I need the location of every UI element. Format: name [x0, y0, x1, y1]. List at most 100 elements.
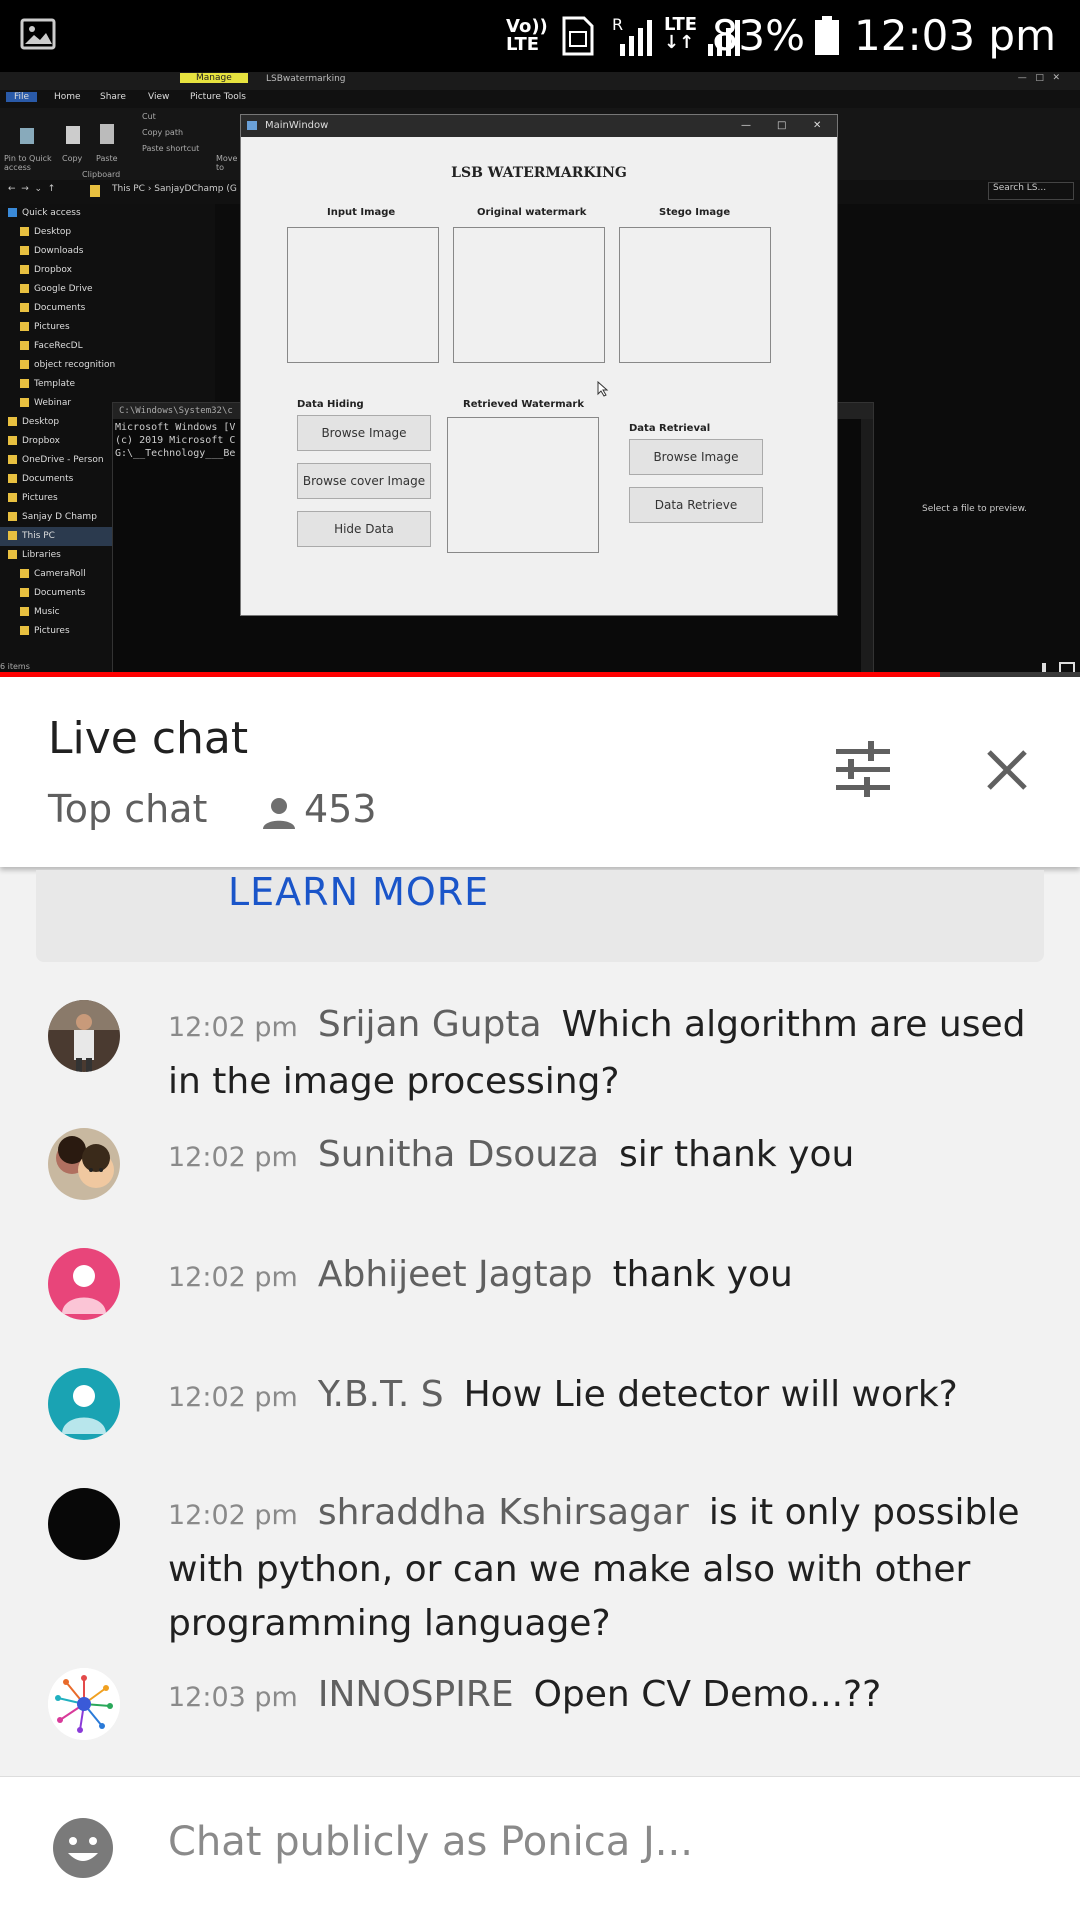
nav-arrows-icon: ← → ⌄ ↑	[8, 184, 56, 194]
emoji-icon[interactable]	[52, 1817, 114, 1879]
close-window-icon: ✕	[813, 120, 822, 131]
default-avatar-icon[interactable]	[48, 1368, 120, 1440]
explorer-preview-pane: Select a file to preview.	[870, 204, 1080, 674]
svg-text:R: R	[612, 15, 623, 34]
sidebar-item: Documents	[0, 299, 215, 318]
chat-message: 12:03 pm INNOSPIRE Open CV Demo...??	[48, 1668, 1048, 1748]
folder-icon	[8, 474, 17, 483]
sidebar-item-label: Webinar	[34, 398, 72, 408]
cmd-scrollbar	[861, 419, 873, 675]
sidebar-item-label: Sanjay D Champ	[22, 512, 97, 522]
label-retrieved-watermark: Retrieved Watermark	[463, 399, 585, 410]
sidebar-item: Google Drive	[0, 280, 215, 299]
folder-icon	[20, 284, 29, 293]
sidebar-item: Downloads	[0, 242, 215, 261]
message-author[interactable]: Srijan Gupta	[318, 1004, 542, 1045]
learn-more-link[interactable]: LEARN MORE	[228, 870, 489, 914]
preview-text: Select a file to preview.	[922, 504, 1027, 514]
viewer-count: 453	[304, 787, 377, 831]
tool-paste-shortcut: Paste shortcut	[142, 144, 200, 153]
browse-image-button[interactable]: Browse Image	[297, 415, 431, 451]
message-text: Open CV Demo...??	[533, 1674, 882, 1715]
folder-icon	[8, 493, 17, 502]
avatar[interactable]	[48, 1000, 120, 1072]
browse-cover-image-button[interactable]: Browse cover Image	[297, 463, 431, 499]
message-author[interactable]: Sunitha Dsouza	[318, 1134, 599, 1175]
mouse-cursor-icon	[597, 381, 609, 397]
tool-pin: Pin to Quick access	[4, 154, 52, 172]
message-author[interactable]: shraddha Kshirsagar	[318, 1492, 689, 1533]
folder-icon	[20, 246, 29, 255]
sidebar-item-label: Desktop	[34, 227, 72, 237]
folder-icon	[8, 208, 17, 217]
sidebar-item: object recognition	[0, 356, 215, 375]
video-player[interactable]: Manage LSBwatermarking — □ ✕ File Home S…	[0, 72, 1080, 677]
sidebar-item-label: Music	[34, 607, 60, 617]
folder-icon	[20, 588, 29, 597]
folder-icon	[8, 531, 17, 540]
message-time: 12:02 pm	[168, 1142, 298, 1173]
explorer-titlebar: Manage LSBwatermarking — □ ✕	[0, 72, 1080, 90]
sidebar-item-label: Dropbox	[22, 436, 60, 446]
data-retrieve-button[interactable]: Data Retrieve	[629, 487, 763, 523]
message-time: 12:02 pm	[168, 1500, 298, 1531]
chat-message: 12:02 pm Srijan Gupta Which algorithm are …	[48, 1000, 1048, 1110]
signal-r-icon: R	[612, 15, 652, 56]
top-chat-selector[interactable]: Top chat	[48, 787, 207, 831]
ribbon-tab-share: Share	[100, 92, 126, 102]
paste-icon	[100, 124, 114, 144]
message-time: 12:02 pm	[168, 1012, 298, 1043]
label-stego-image: Stego Image	[659, 207, 731, 218]
message-body: 12:02 pm Abhijeet Jagtap thank you	[168, 1248, 1048, 1305]
message-author[interactable]: Abhijeet Jagtap	[318, 1254, 593, 1295]
volte-indicator: Vo)) LTE	[506, 16, 548, 55]
avatar[interactable]	[48, 1128, 120, 1200]
folder-icon	[20, 398, 29, 407]
close-icon[interactable]	[986, 749, 1028, 791]
sidebar-item-label: Documents	[22, 474, 74, 484]
message-author[interactable]: INNOSPIRE	[318, 1674, 514, 1715]
sidebar-item: FaceRecDL	[0, 337, 215, 356]
chat-input-field[interactable]: Chat publicly as Ponica J...	[168, 1819, 693, 1865]
label-original-watermark: Original watermark	[477, 207, 587, 218]
folder-icon	[8, 436, 17, 445]
label-data-retrieval: Data Retrieval	[629, 423, 711, 434]
innospire-logo-icon[interactable]	[48, 1668, 120, 1740]
app-icon	[247, 121, 257, 130]
folder-icon	[8, 455, 17, 464]
group-clipboard: Clipboard	[82, 170, 121, 179]
browse-image-retrieval-button[interactable]: Browse Image	[629, 439, 763, 475]
tool-move-to: Move to	[216, 154, 238, 172]
filter-settings-icon[interactable]	[834, 741, 892, 797]
folder-icon	[8, 512, 17, 521]
folder-icon	[20, 227, 29, 236]
sidebar-item-label: Pictures	[22, 493, 58, 503]
explorer-search: Search LS...	[988, 182, 1074, 200]
folder-icon	[20, 265, 29, 274]
avatar[interactable]	[48, 1488, 120, 1560]
ribbon-tab-picture-tools: Picture Tools	[190, 92, 246, 102]
chat-message: 12:02 pm Abhijeet Jagtap thank you	[48, 1248, 1048, 1328]
hide-data-button[interactable]: Hide Data	[297, 511, 431, 547]
chat-input-bar: Chat publicly as Ponica J...	[0, 1776, 1080, 1921]
folder-icon	[20, 626, 29, 635]
message-author[interactable]: Y.B.T. S	[318, 1374, 444, 1415]
message-text: thank you	[612, 1254, 793, 1295]
main-window-title: MainWindow	[265, 120, 329, 131]
folder-icon	[20, 379, 29, 388]
sidebar-item-label: This PC	[22, 531, 55, 541]
message-body: 12:03 pm INNOSPIRE Open CV Demo...??	[168, 1668, 1048, 1725]
pin-icon	[20, 128, 34, 144]
ribbon-tab-file: File	[6, 92, 38, 102]
folder-icon	[90, 185, 100, 197]
live-chat-header: Live chat Top chat 453	[0, 677, 1080, 867]
copy-icon	[66, 126, 80, 144]
sidebar-item-label: object recognition	[34, 360, 116, 370]
address-path: This PC › SanjayDChamp (G	[112, 184, 237, 194]
promo-card: LEARN MORE	[36, 870, 1044, 962]
message-time: 12:03 pm	[168, 1682, 298, 1713]
tool-cut: Cut	[142, 112, 156, 121]
message-body: 12:02 pm Srijan Gupta Which algorithm are …	[168, 998, 1048, 1109]
status-bar: Vo)) LTE R LTE ↓↑ 83% 12:03 pm	[0, 0, 1080, 72]
default-avatar-icon[interactable]	[48, 1248, 120, 1320]
